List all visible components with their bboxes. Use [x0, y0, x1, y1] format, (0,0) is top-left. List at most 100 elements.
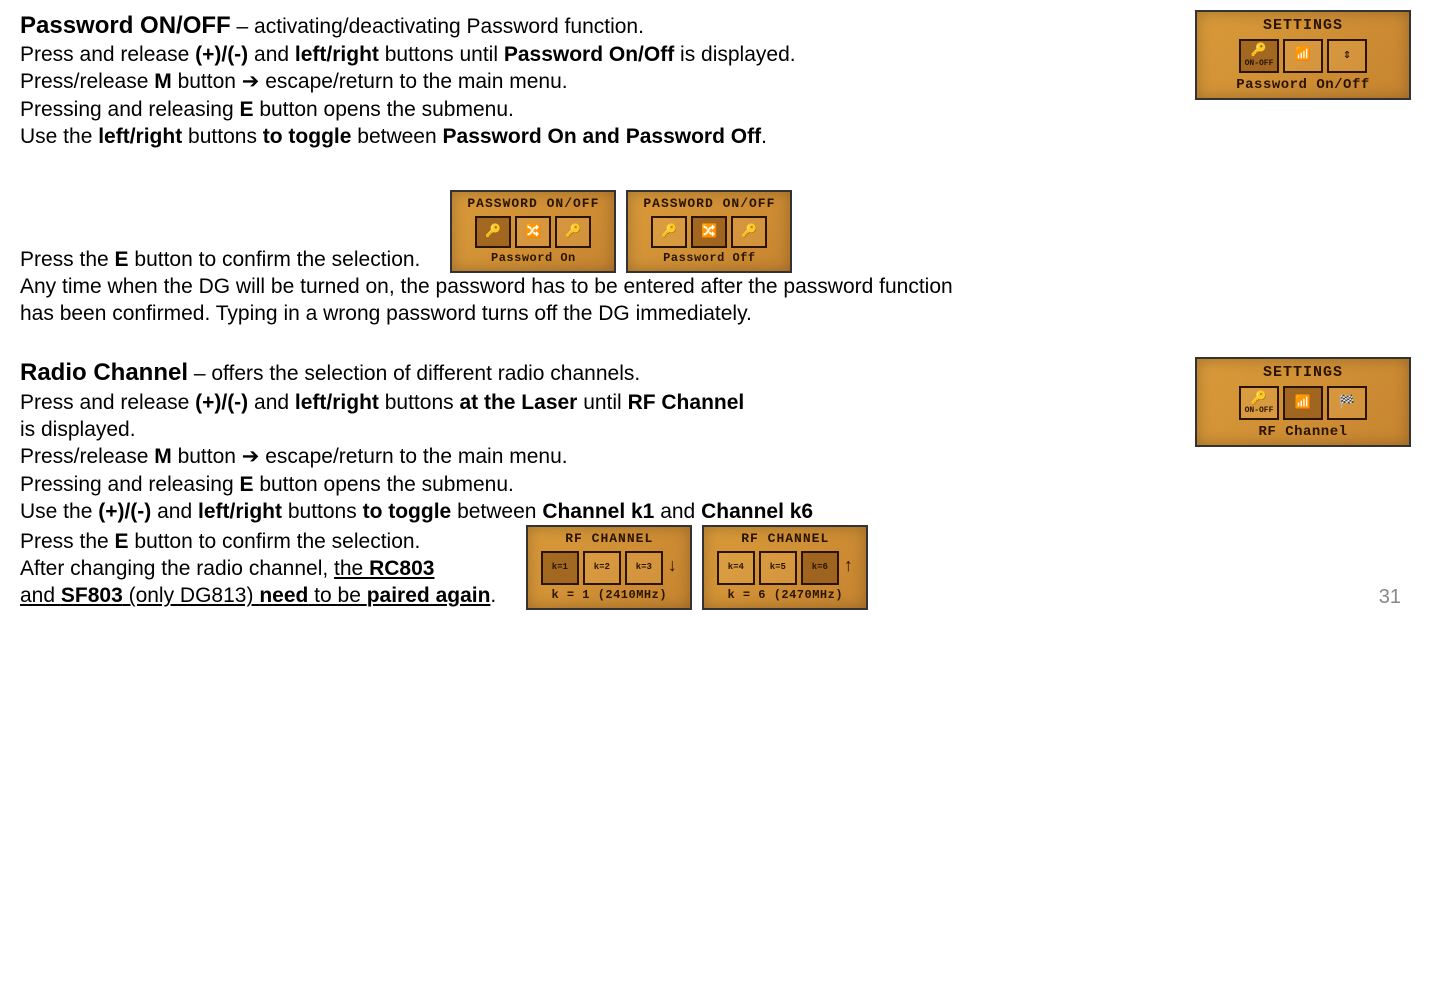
channel-icon: k=4 — [717, 551, 755, 585]
text: – offers the selection of different radi… — [188, 362, 640, 385]
text-block: Press the E button to confirm the select… — [20, 246, 420, 273]
text: and — [151, 500, 198, 523]
paragraph: Any time when the DG will be turned on, … — [20, 273, 980, 328]
lcd-title: PASSWORD ON/OFF — [634, 196, 784, 213]
text: left/right — [295, 43, 379, 66]
key-icon: 🔑 — [475, 216, 511, 248]
text: the — [334, 557, 369, 580]
cross-icon: 🔀 — [515, 216, 551, 248]
text: and — [248, 391, 295, 414]
lcd-icons: 🔑ON-OFF 📶 🏁 — [1203, 386, 1403, 420]
text: Channel k1 — [542, 500, 654, 523]
text: escape/return to the main menu. — [259, 445, 567, 468]
text: E — [115, 530, 129, 553]
arrow-icon: ➔ — [242, 445, 260, 468]
cross-icon: 🔀 — [691, 216, 727, 248]
line: Use the (+)/(-) and left/right buttons t… — [20, 498, 1175, 525]
updown-icon: ⇕ — [1327, 39, 1367, 73]
text-block: Press the E button to confirm the select… — [20, 528, 496, 610]
text: Press/release — [20, 70, 154, 93]
lcd-caption: Password On — [458, 251, 608, 267]
text: to be — [308, 584, 366, 607]
text: . — [490, 584, 496, 607]
text: left/right — [198, 500, 282, 523]
text: Press the — [20, 530, 115, 553]
key-icon: 🔑 — [555, 216, 591, 248]
key-icon: 🔑 — [651, 216, 687, 248]
lcd-icons: k=4 k=5 k=6 ↑ — [710, 551, 860, 585]
confirm-line: Press the E button to confirm the select… — [20, 190, 1175, 272]
lcd-title: RF CHANNEL — [534, 531, 684, 548]
confirm-rf-line: Press the E button to confirm the select… — [20, 525, 1175, 609]
text: and — [248, 43, 295, 66]
channel-icon: k=5 — [759, 551, 797, 585]
text: button to confirm the selection. — [129, 530, 421, 553]
text: M — [154, 70, 172, 93]
radio-text: Radio Channel – offers the selection of … — [20, 357, 1175, 609]
lcd-title: RF CHANNEL — [710, 531, 860, 548]
lcd-caption: Password Off — [634, 251, 784, 267]
lcd-icons: k=1 k=2 k=3 ↓ — [534, 551, 684, 585]
text: buttons until — [379, 43, 504, 66]
text: Press the — [20, 248, 115, 271]
key-icon: 🔑 — [731, 216, 767, 248]
text: to toggle — [363, 500, 452, 523]
text: button opens the submenu. — [253, 98, 513, 121]
arrow-icon: ➔ — [242, 70, 260, 93]
text: – activating/deactivating Password funct… — [231, 15, 644, 38]
lcd-rf-k6: RF CHANNEL k=4 k=5 k=6 ↑ k = 6 (2470MHz) — [702, 525, 868, 609]
key-onoff-icon: 🔑ON-OFF — [1239, 386, 1279, 420]
password-text: Password ON/OFF – activating/deactivatin… — [20, 10, 1175, 327]
text: (+)/(-) — [98, 500, 151, 523]
text: paired again — [367, 584, 491, 607]
text: RF Channel — [628, 391, 745, 414]
lcd-icons: 🔑 🔀 🔑 — [634, 216, 784, 248]
text: escape/return to the main menu. — [259, 70, 567, 93]
line: Press/release M button ➔ escape/return t… — [20, 68, 1175, 95]
lcd-title: PASSWORD ON/OFF — [458, 196, 608, 213]
channel-icon: k=1 — [541, 551, 579, 585]
line: Press/release M button ➔ escape/return t… — [20, 443, 1175, 470]
lcd-password-off: PASSWORD ON/OFF 🔑 🔀 🔑 Password Off — [626, 190, 792, 272]
text: and — [654, 500, 701, 523]
lcd-caption: Password On/Off — [1203, 76, 1403, 94]
key-icon: 🔑 — [1251, 391, 1267, 408]
text: (+)/(-) — [195, 391, 248, 414]
line: After changing the radio channel, the RC… — [20, 555, 496, 582]
text: (only DG813) — [123, 584, 260, 607]
text: to toggle — [263, 125, 352, 148]
text: Pressing and releasing — [20, 98, 239, 121]
text: E — [115, 248, 129, 271]
text: (+)/(-) — [195, 43, 248, 66]
page-number: 31 — [1379, 584, 1401, 610]
line: is displayed. — [20, 416, 1175, 443]
text: between — [351, 125, 442, 148]
text: M — [154, 445, 172, 468]
key-icon: 🔑 — [1251, 43, 1267, 60]
radio-section: Radio Channel – offers the selection of … — [20, 357, 1411, 609]
text: need — [259, 584, 308, 607]
lcd-caption: k = 6 (2470MHz) — [710, 588, 860, 604]
channel-icon: k=2 — [583, 551, 621, 585]
key-onoff-icon: 🔑ON-OFF — [1239, 39, 1279, 73]
signal-icon: 📶 — [1283, 39, 1323, 73]
text: between — [451, 500, 542, 523]
text: ON-OFF — [1245, 407, 1274, 415]
lcd-rf-k1: RF CHANNEL k=1 k=2 k=3 ↓ k = 1 (2410MHz) — [526, 525, 692, 609]
text: at the Laser — [459, 391, 577, 414]
line: Use the left/right buttons to toggle bet… — [20, 123, 1175, 150]
text: button — [172, 445, 242, 468]
password-lcd-group: PASSWORD ON/OFF 🔑 🔀 🔑 Password On PASSWO… — [450, 190, 792, 272]
text: buttons — [379, 391, 460, 414]
up-arrow-icon: ↑ — [843, 556, 854, 579]
text: button — [172, 70, 242, 93]
lcd-password-on: PASSWORD ON/OFF 🔑 🔀 🔑 Password On — [450, 190, 616, 272]
flag-icon: 🏁 — [1327, 386, 1367, 420]
lcd-settings-rf: SETTINGS 🔑ON-OFF 📶 🏁 RF Channel — [1195, 357, 1411, 447]
text: Use the — [20, 500, 98, 523]
text: until — [577, 391, 627, 414]
text: is displayed. — [674, 43, 795, 66]
text: Channel k6 — [701, 500, 813, 523]
line: Pressing and releasing E button opens th… — [20, 96, 1175, 123]
text: left/right — [98, 125, 182, 148]
